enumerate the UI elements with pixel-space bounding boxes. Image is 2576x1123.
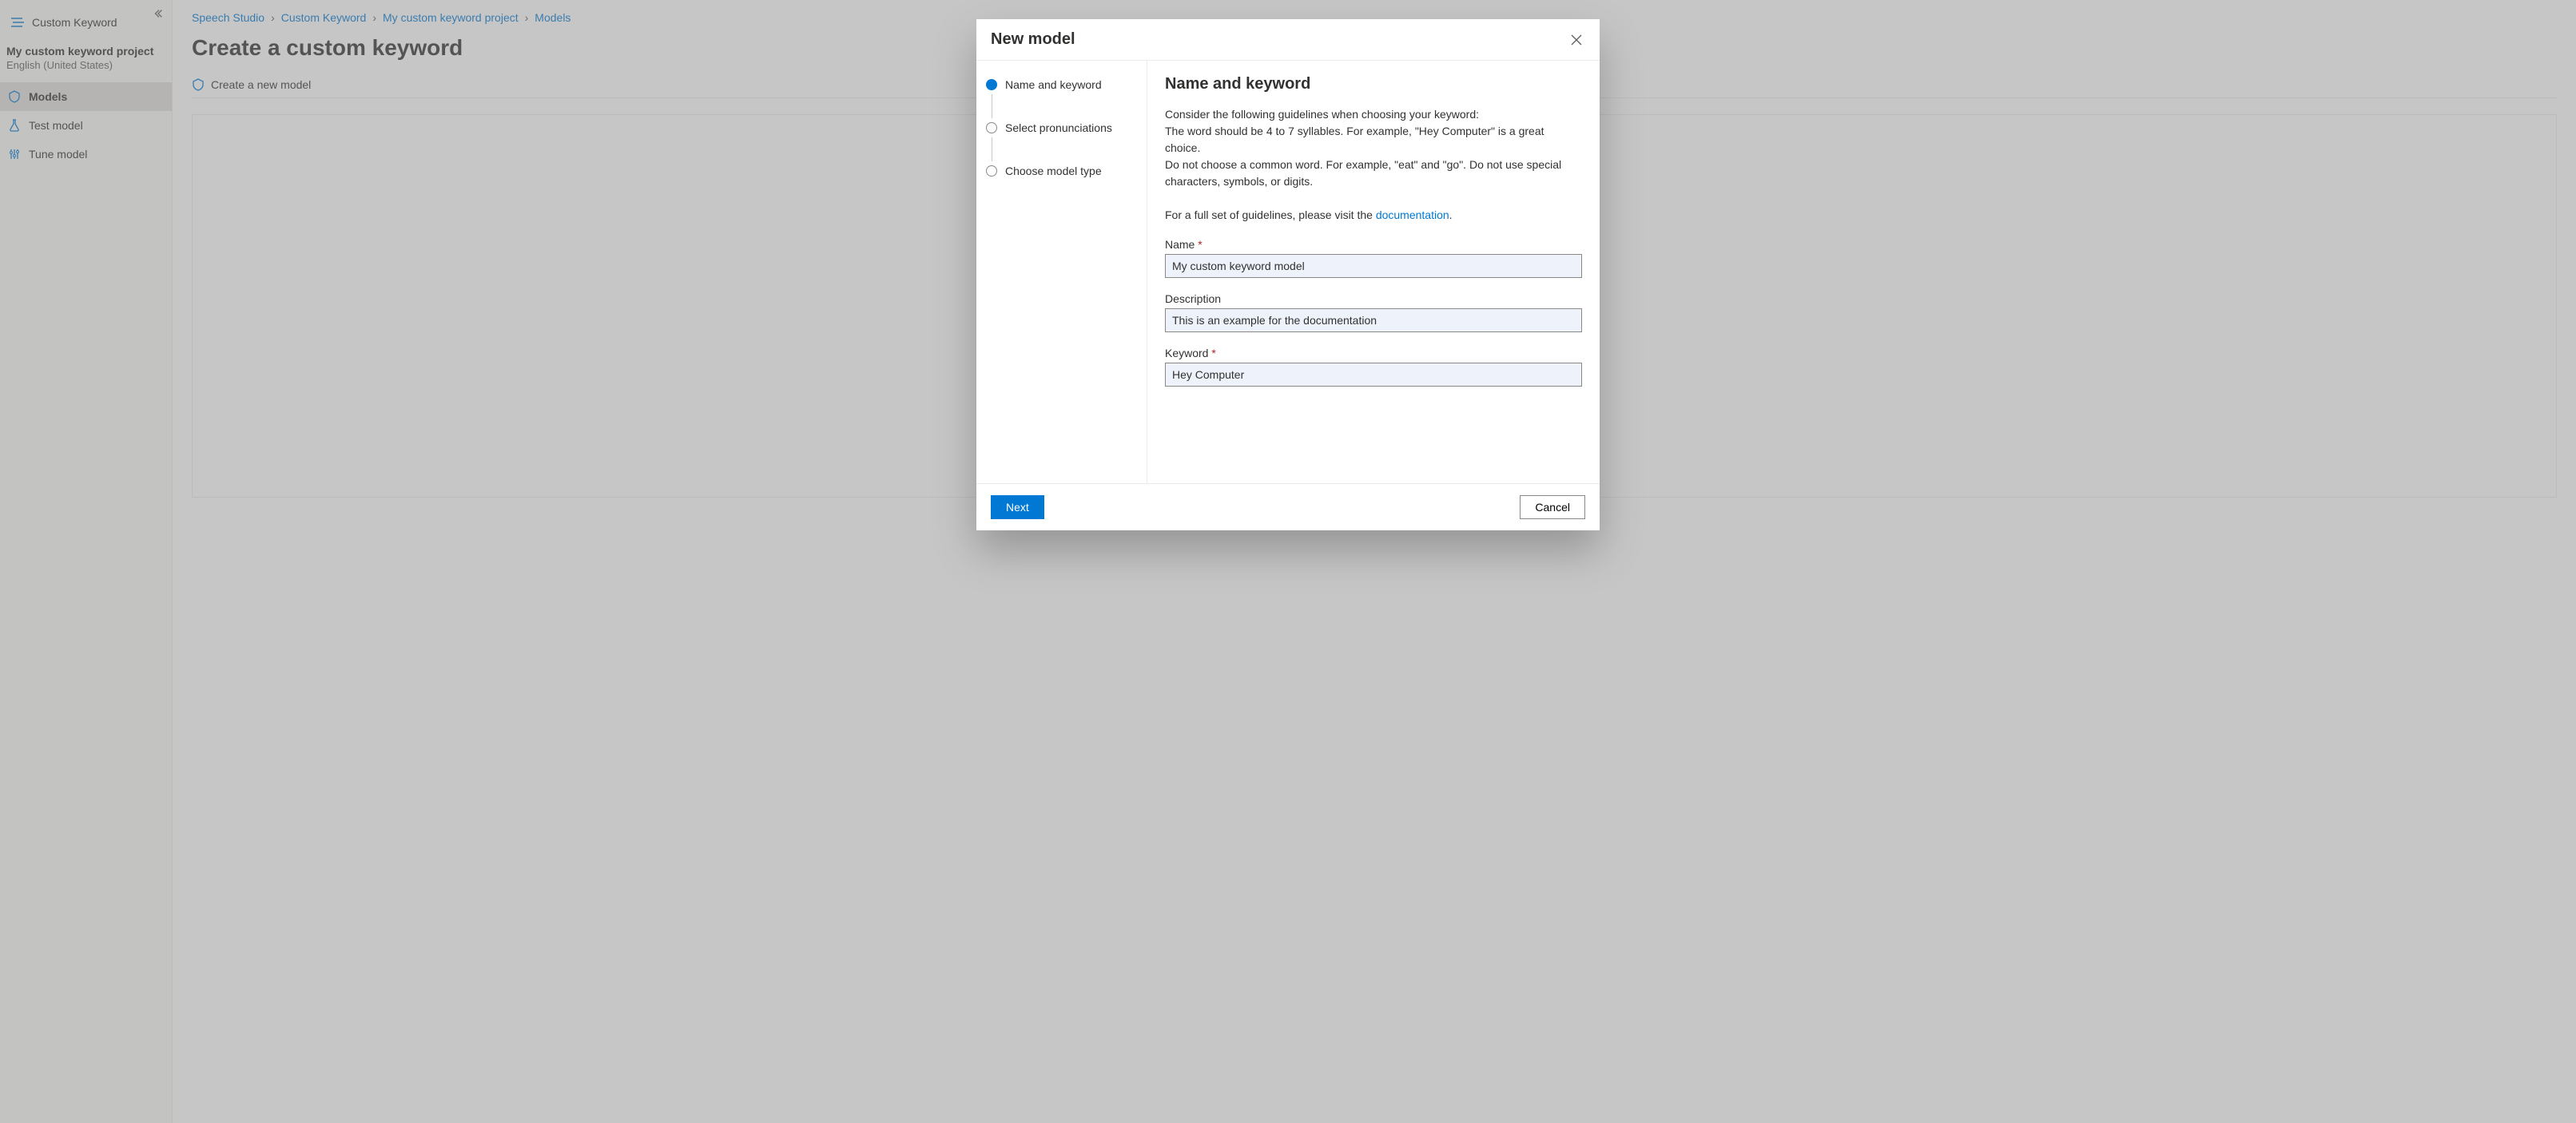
step-indicator-icon <box>986 165 997 177</box>
guidelines-text: Consider the following guidelines when c… <box>1165 106 1582 224</box>
wizard-steps: Name and keyword Select pronunciations C… <box>976 61 1147 483</box>
documentation-link[interactable]: documentation <box>1376 208 1449 221</box>
keyword-label: Keyword * <box>1165 347 1582 359</box>
modal-overlay: New model Name and keyword Select pronun… <box>0 0 2576 1123</box>
keyword-input[interactable] <box>1165 363 1582 387</box>
description-input[interactable] <box>1165 308 1582 332</box>
required-indicator: * <box>1211 347 1215 359</box>
guide-doc-prefix: For a full set of guidelines, please vis… <box>1165 208 1376 221</box>
next-button[interactable]: Next <box>991 495 1044 519</box>
cancel-button[interactable]: Cancel <box>1520 495 1585 519</box>
step-indicator-active-icon <box>986 79 997 90</box>
close-button[interactable] <box>1568 31 1585 49</box>
step-name-keyword[interactable]: Name and keyword <box>986 75 1137 94</box>
step-select-pronunciations[interactable]: Select pronunciations <box>986 118 1137 137</box>
step-label: Select pronunciations <box>1005 121 1112 134</box>
step-label: Choose model type <box>1005 165 1102 177</box>
name-input[interactable] <box>1165 254 1582 278</box>
required-indicator: * <box>1198 238 1202 251</box>
name-label: Name * <box>1165 238 1582 251</box>
step-indicator-icon <box>986 122 997 133</box>
guide-intro: Consider the following guidelines when c… <box>1165 106 1582 123</box>
close-icon <box>1571 34 1582 46</box>
panel-heading: Name and keyword <box>1165 75 1582 93</box>
guide-line: The word should be 4 to 7 syllables. For… <box>1165 123 1582 157</box>
step-label: Name and keyword <box>1005 78 1102 91</box>
modal-title: New model <box>991 30 1075 49</box>
new-model-dialog: New model Name and keyword Select pronun… <box>976 19 1600 530</box>
description-label: Description <box>1165 292 1582 305</box>
step-choose-model-type[interactable]: Choose model type <box>986 161 1137 181</box>
wizard-panel: Name and keyword Consider the following … <box>1147 61 1600 483</box>
guide-line: Do not choose a common word. For example… <box>1165 157 1582 190</box>
